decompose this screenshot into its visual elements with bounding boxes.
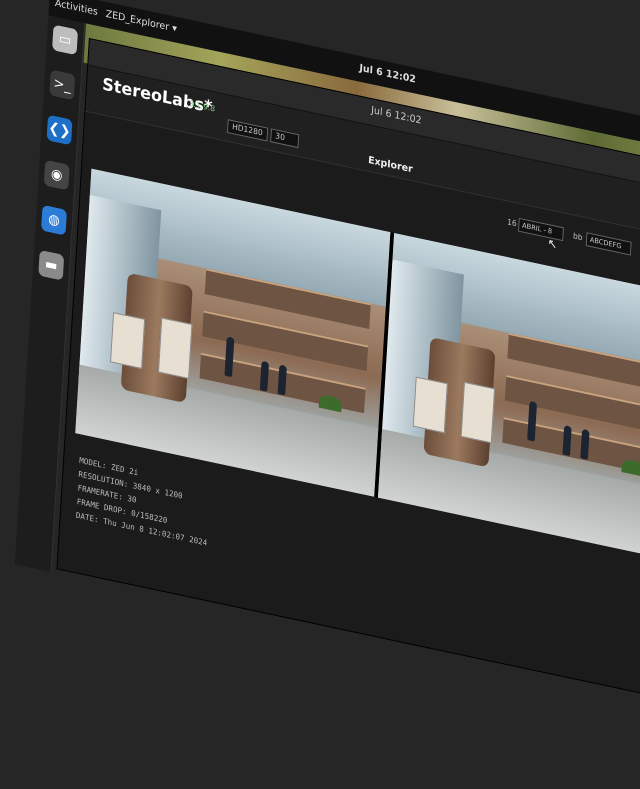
fps-select[interactable]: 30 — [270, 128, 300, 149]
activities-button[interactable]: Activities — [55, 0, 99, 18]
resolution-select[interactable]: HD1280 — [226, 119, 268, 142]
bitrate-field[interactable]: ABCDEFG — [585, 232, 632, 256]
obs-icon[interactable]: ◉ — [43, 159, 70, 191]
mouse-cursor-icon: ↖ — [547, 235, 558, 252]
files-icon[interactable]: ▭ — [52, 24, 79, 56]
bitrate-label: bb — [572, 231, 583, 243]
chromium-icon[interactable]: ◍ — [41, 204, 67, 236]
camera-info: MODEL: ZED 2i RESOLUTION: 3840 x 1200 FR… — [75, 454, 211, 551]
clock[interactable]: Jul 6 12:02 — [359, 63, 416, 86]
vscode-icon[interactable]: ❮❯ — [46, 114, 73, 146]
explorer-window: Jul 6 12:02 StereoLabs* 3.1.9.8 HD1280 3… — [56, 38, 640, 710]
depth-label: 16 — [506, 217, 518, 229]
terminal-icon[interactable]: >_ — [49, 69, 76, 101]
window-clock: Jul 6 12:02 — [370, 105, 422, 127]
right-camera-view — [377, 232, 640, 562]
disk-icon[interactable]: ▬ — [38, 249, 65, 281]
left-camera-view — [75, 168, 391, 497]
